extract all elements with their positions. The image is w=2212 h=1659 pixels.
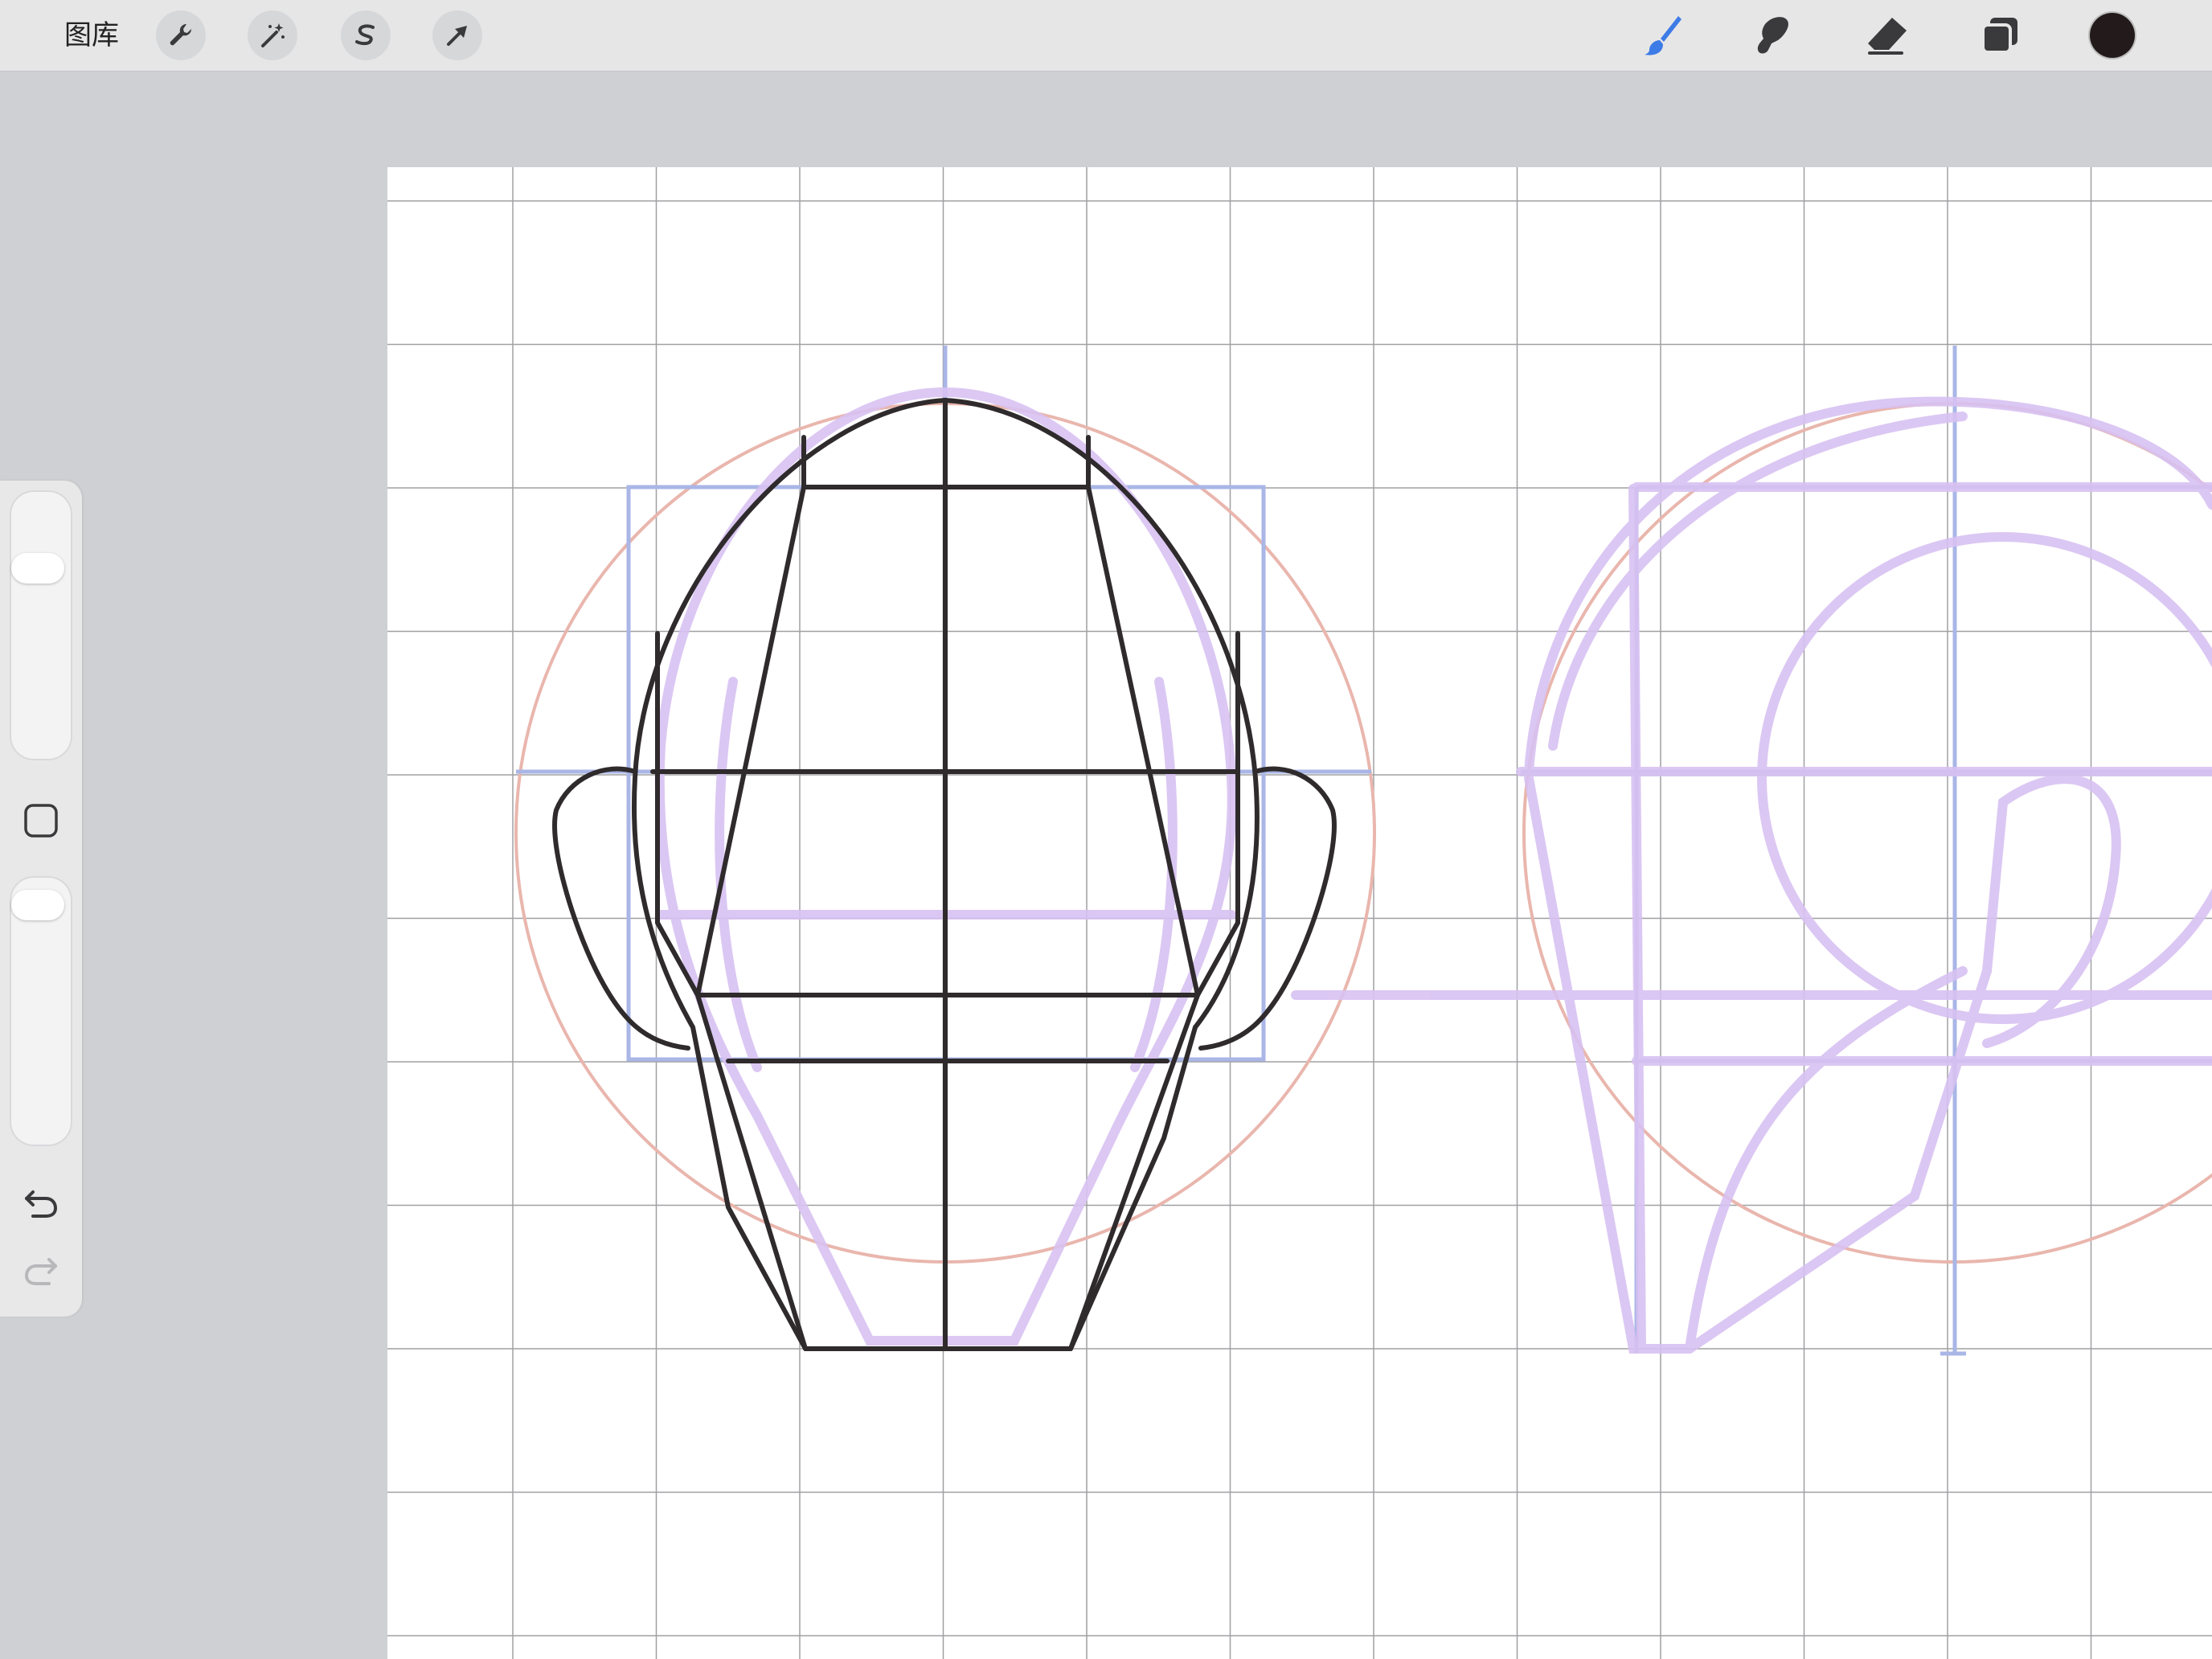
- smudge-tool-button[interactable]: [1746, 8, 1800, 63]
- square-icon: [24, 804, 58, 838]
- layers-button[interactable]: [1972, 8, 2027, 63]
- modify-button[interactable]: [18, 797, 64, 844]
- brush-tool-button[interactable]: [1635, 8, 1690, 63]
- redo-button[interactable]: [18, 1247, 64, 1294]
- arrow-cursor-icon: [447, 26, 467, 46]
- redo-icon: [24, 1258, 57, 1285]
- undo-button[interactable]: [18, 1180, 64, 1227]
- eraser-icon: [1868, 18, 1907, 55]
- brush-sidebar: [0, 481, 82, 1317]
- head-sketch-front-view: [514, 346, 2212, 1356]
- opacity-slider[interactable]: [10, 876, 72, 1146]
- opacity-slider-thumb[interactable]: [11, 889, 64, 920]
- wrench-icon: [170, 23, 192, 46]
- brush-size-slider[interactable]: [10, 490, 72, 760]
- transform-button[interactable]: [432, 10, 482, 60]
- magic-wand-icon: [261, 23, 285, 47]
- gallery-button[interactable]: 图库: [64, 17, 119, 54]
- brush-size-slider-thumb[interactable]: [11, 553, 64, 584]
- layers-icon: [1981, 18, 2017, 54]
- undo-icon: [25, 1190, 58, 1218]
- drawing-canvas[interactable]: [387, 167, 2212, 1659]
- adjustments-button[interactable]: [248, 10, 297, 60]
- smudge-finger-icon: [1757, 17, 1788, 54]
- selection-s-icon: [355, 24, 375, 46]
- color-picker-swatch[interactable]: [2090, 13, 2135, 58]
- actions-button[interactable]: [156, 10, 206, 60]
- top-toolbar: 图库: [0, 0, 2212, 71]
- brush-icon: [1645, 16, 1682, 55]
- eraser-tool-button[interactable]: [1860, 8, 1915, 63]
- selection-button[interactable]: [341, 10, 391, 60]
